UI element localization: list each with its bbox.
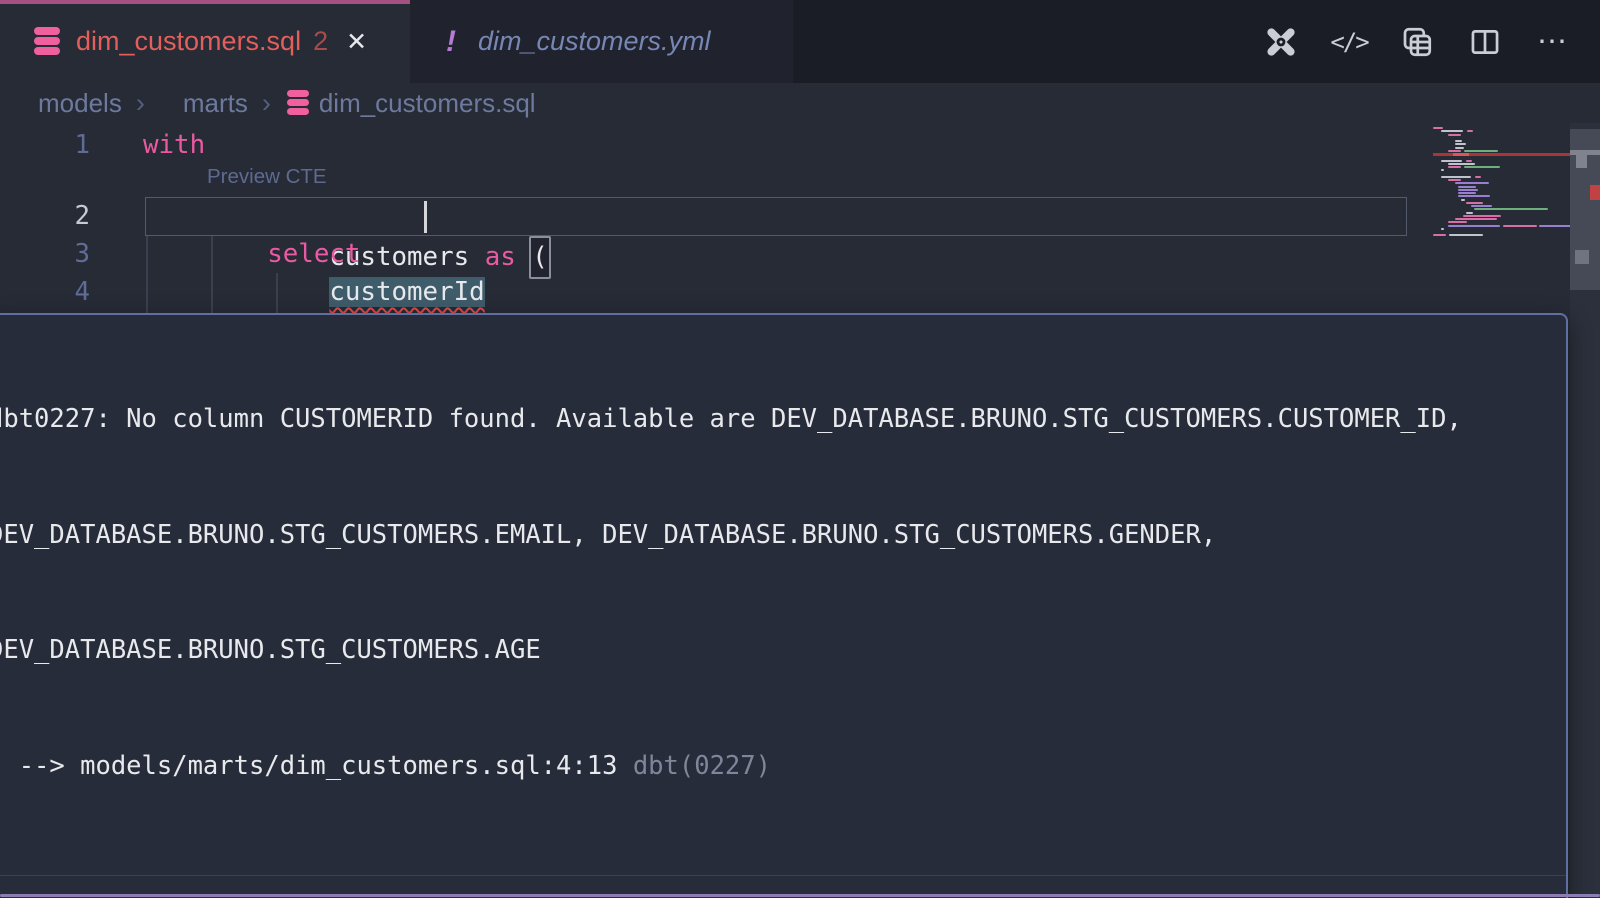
scrollbar[interactable]: [1570, 123, 1600, 898]
vscode-window: dim_customers.sql 2 ✕ ! dim_customers.ym…: [0, 0, 1600, 898]
copy-table-icon[interactable]: [1398, 23, 1436, 61]
line-number: 1: [0, 126, 90, 165]
ruler-marker: [1576, 155, 1587, 168]
database-icon: [34, 27, 60, 57]
breadcrumb-file[interactable]: dim_customers.sql: [319, 88, 536, 119]
chevron-right-icon: ›: [262, 88, 271, 119]
tab-label: dim_customers.sql: [76, 26, 301, 57]
breadcrumb-models[interactable]: models: [38, 88, 122, 119]
tab-dim-customers-yml[interactable]: ! dim_customers.yml: [410, 0, 793, 83]
code-token: [143, 277, 329, 307]
error-hover-popup: dbt0227: No column CUSTOMERID found. Ava…: [0, 313, 1568, 898]
code-line-2[interactable]: 2 customers as (: [0, 197, 1400, 236]
split-editor-icon[interactable]: [1466, 23, 1504, 61]
tab-dim-customers-sql[interactable]: dim_customers.sql 2 ✕: [0, 0, 410, 83]
tab-label: dim_customers.yml: [478, 26, 711, 57]
code-token: [143, 239, 267, 269]
codelens-preview-cte[interactable]: Preview CTE: [207, 165, 327, 195]
code-line-1[interactable]: 1 with: [0, 126, 1400, 165]
ruler-error-marker: [1590, 185, 1600, 200]
dbt-logo-icon[interactable]: [1262, 23, 1300, 61]
code-line-4[interactable]: 4 customerId: [0, 273, 1400, 312]
breadcrumb-marts[interactable]: marts: [183, 88, 248, 119]
error-token-customerid[interactable]: customerId: [329, 277, 484, 307]
ruler-marker: [1575, 250, 1589, 264]
database-icon: [287, 90, 309, 117]
error-message-block: dbt0227: No column CUSTOMERID found. Ava…: [0, 315, 1566, 875]
close-icon[interactable]: ✕: [346, 27, 367, 57]
more-actions-icon[interactable]: ⋯: [1534, 23, 1572, 61]
warning-icon: !: [446, 25, 456, 59]
breadcrumb: models › marts › dim_customers.sql: [0, 83, 1600, 123]
error-line: DEV_DATABASE.BRUNO.STG_CUSTOMERS.AGE: [0, 631, 1562, 670]
code-line-3[interactable]: 3 select: [0, 235, 1400, 274]
editor-tab-bar: dim_customers.sql 2 ✕ ! dim_customers.ym…: [0, 0, 1600, 83]
minimap-error-line: [1433, 153, 1570, 157]
chevron-right-icon: ›: [136, 88, 145, 119]
line-number: 3: [0, 235, 90, 274]
error-location-line: --> models/marts/dim_customers.sql:4:13 …: [0, 747, 1562, 786]
tab-dirty-badge: 2: [313, 26, 328, 57]
editor-actions: </> ⋯: [1262, 0, 1572, 83]
code-token: select: [267, 239, 360, 269]
error-line: DEV_DATABASE.BRUNO.STG_CUSTOMERS.EMAIL, …: [0, 516, 1562, 555]
text-cursor: [424, 201, 427, 233]
code-icon[interactable]: </>: [1330, 23, 1368, 61]
line-number: 2: [0, 197, 90, 236]
error-code-ref: dbt(0227): [633, 751, 771, 781]
line-number: 4: [0, 273, 90, 312]
window-bottom-accent: [0, 894, 1600, 897]
code-token: with: [143, 130, 205, 160]
error-line: dbt0227: No column CUSTOMERID found. Ava…: [0, 400, 1562, 439]
